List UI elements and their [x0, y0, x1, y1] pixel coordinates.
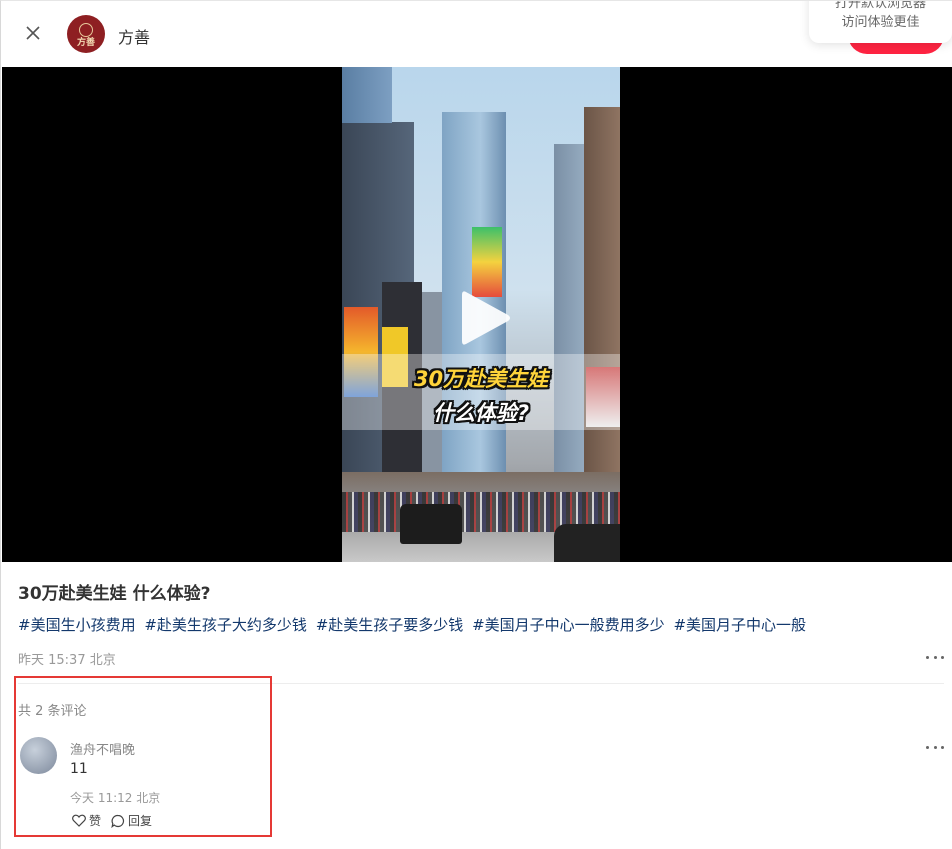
- hashtag-link[interactable]: #赴美生孩子大约多少钱: [144, 616, 307, 634]
- comment-actions: 赞 回复: [72, 812, 152, 829]
- more-dot-icon: [926, 655, 929, 659]
- close-icon: [26, 26, 40, 40]
- avatar-logo-text: 方善: [76, 37, 95, 48]
- open-browser-hint: 打开默认浏览器 访问体验更佳: [809, 0, 952, 43]
- commenter-avatar[interactable]: [20, 737, 57, 774]
- close-button[interactable]: [22, 22, 44, 44]
- brand-logo-icon: [79, 22, 93, 37]
- more-dot-icon: [941, 655, 944, 659]
- comment-more-button[interactable]: [926, 742, 944, 752]
- note-more-button[interactable]: [926, 652, 944, 662]
- hint-line-2: 访问体验更佳: [841, 15, 920, 30]
- hashtag-link[interactable]: #赴美生孩子要多少钱: [316, 616, 464, 634]
- commenter-name[interactable]: 渔舟不唱晚: [70, 739, 135, 758]
- video-frame[interactable]: 30万赴美生娃 什么体验?: [342, 67, 620, 562]
- tag-list: #美国生小孩费用 #赴美生孩子大约多少钱 #赴美生孩子要多少钱 #美国月子中心一…: [18, 614, 938, 635]
- comment-text: 11: [70, 761, 88, 777]
- play-button[interactable]: [456, 285, 516, 351]
- more-dot-icon: [933, 655, 937, 659]
- video-player[interactable]: 30万赴美生娃 什么体验?: [2, 67, 952, 562]
- reply-bubble-icon: [111, 814, 125, 828]
- more-dot-icon: [941, 745, 944, 749]
- top-bar: 方善 方善 打开默认浏览器 访问体验更佳: [0, 0, 952, 67]
- reply-button[interactable]: 回复: [111, 812, 152, 829]
- like-label: 赞: [89, 814, 102, 828]
- note-date: 昨天 15:37 北京: [18, 653, 116, 668]
- more-dot-icon: [926, 745, 929, 749]
- more-dot-icon: [933, 745, 937, 749]
- hashtag-link[interactable]: #美国月子中心一般费用多少: [472, 616, 665, 634]
- note-title: 30万赴美生娃 什么体验?: [18, 584, 211, 604]
- video-car: [554, 524, 620, 562]
- comment-date: 今天 11:12 北京: [70, 791, 161, 805]
- video-caption-line-2: 什么体验?: [432, 401, 530, 425]
- hint-line-1: 打开默认浏览器: [834, 0, 926, 11]
- play-icon: [462, 291, 510, 345]
- video-car: [400, 504, 462, 544]
- reply-label: 回复: [128, 814, 153, 828]
- hashtag-link[interactable]: #美国生小孩费用: [18, 616, 136, 634]
- video-caption-line-1: 30万赴美生娃: [413, 367, 549, 391]
- author-avatar[interactable]: 方善: [67, 15, 105, 53]
- video-building: [342, 67, 392, 123]
- section-divider: [18, 683, 944, 684]
- author-name[interactable]: 方善: [118, 24, 150, 48]
- like-button[interactable]: 赞: [72, 812, 101, 829]
- heart-icon: [72, 814, 86, 827]
- hashtag-link[interactable]: #美国月子中心一般: [673, 616, 806, 634]
- comment-count: 共 2 条评论: [18, 704, 87, 719]
